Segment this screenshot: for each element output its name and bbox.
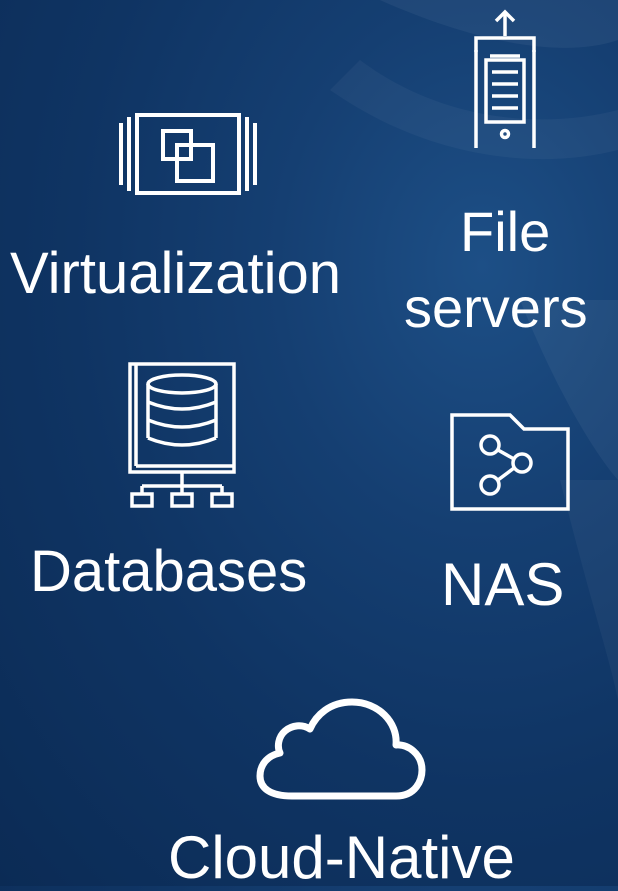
database-icon (128, 362, 236, 508)
databases-label: Databases (30, 539, 308, 604)
nas-share-folder-icon (450, 411, 570, 511)
nas-label: NAS (441, 551, 565, 618)
file-servers-label-line2: servers (404, 276, 588, 339)
virtualization-label: Virtualization (10, 241, 342, 306)
virtualization-icon (117, 113, 259, 195)
file-servers-label-line1: File (460, 200, 551, 263)
file-server-icon (472, 9, 536, 150)
cloud-native-label: Cloud-Native (168, 824, 515, 891)
cloud-icon (256, 698, 426, 802)
